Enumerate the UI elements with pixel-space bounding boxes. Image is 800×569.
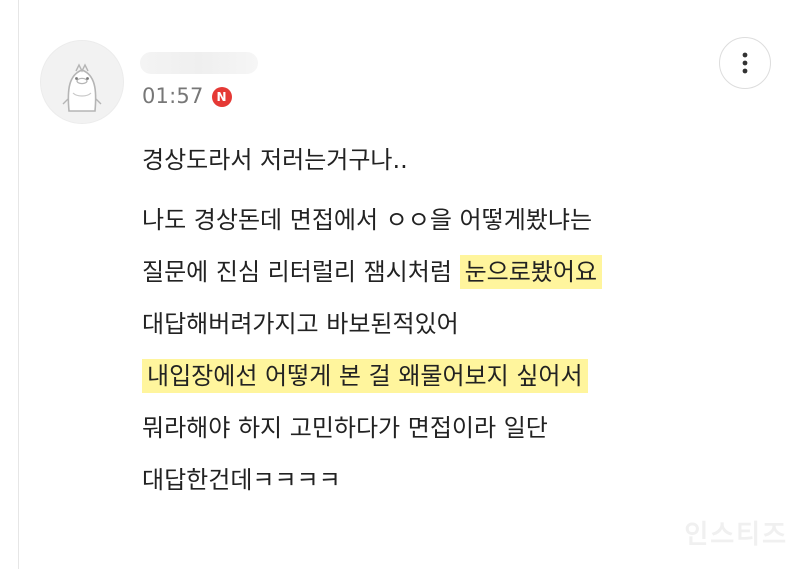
comment-line-4: 대답해버려가지고 바보된적있어 bbox=[142, 310, 459, 338]
more-options-button[interactable] bbox=[719, 37, 771, 89]
site-watermark: 인스티즈 bbox=[684, 520, 788, 550]
comment-line-7: 대답한건데ㅋㅋㅋㅋ bbox=[142, 466, 341, 494]
profile-avatar[interactable] bbox=[40, 40, 124, 124]
comment-line-2: 나도 경상돈데 면접에서 ㅇㅇ을 어떻게봤냐는 bbox=[142, 206, 593, 234]
more-vertical-icon bbox=[742, 52, 748, 74]
comment-body: 경상도라서 저러는거구나.. 나도 경상돈데 면접에서 ㅇㅇ을 어떻게봤냐는 질… bbox=[142, 146, 742, 518]
highlighted-text-1: 눈으로봤어요 bbox=[459, 255, 603, 289]
penguin-avatar-icon bbox=[62, 63, 102, 112]
comment-line-5: 내입장에선 어떻게 본 걸 왜물어보지 싶어서 bbox=[142, 359, 742, 393]
author-name-blurred[interactable] bbox=[140, 52, 258, 74]
comment-meta: 01:57 N bbox=[142, 86, 232, 107]
comment-line-1: 경상도라서 저러는거구나.. bbox=[142, 146, 408, 174]
comment-line-6: 뭐라해야 하지 고민하다가 면접이라 일단 bbox=[142, 414, 548, 442]
highlighted-text-2: 내입장에선 어떻게 본 걸 왜물어보지 싶어서 bbox=[142, 359, 588, 393]
comment-time: 01:57 bbox=[142, 84, 204, 108]
left-border bbox=[18, 0, 19, 569]
new-badge: N bbox=[211, 86, 232, 107]
comment-line-3: 질문에 진심 리터럴리 잼시처럼 눈으로봤어요 bbox=[142, 255, 742, 289]
comment-line-3-text: 질문에 진심 리터럴리 잼시처럼 bbox=[142, 258, 460, 286]
